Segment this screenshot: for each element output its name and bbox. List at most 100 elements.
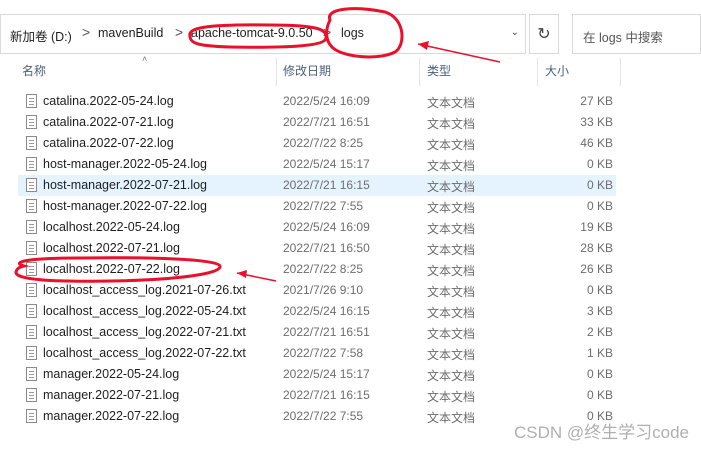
file-row[interactable]: manager.2022-05-24.log 2022/5/24 15:17 文本文… — [18, 364, 616, 385]
file-type: 文本文档 — [427, 201, 476, 215]
file-size: 0 KB — [586, 283, 613, 297]
file-name: catalina.2022-07-22.log — [43, 136, 174, 150]
file-type: 文本文档 — [427, 306, 476, 320]
file-row[interactable]: host-manager.2022-07-21.log 2022/7/21 16:… — [18, 175, 616, 196]
file-size: 0 KB — [586, 388, 613, 402]
column-divider[interactable] — [419, 58, 420, 86]
file-size: 33 KB — [580, 115, 613, 129]
file-row[interactable]: localhost.2022-07-22.log 2022/7/22 8:25 文本… — [18, 259, 616, 280]
file-row[interactable]: localhost_access_log.2022-07-22.txt 2022/… — [18, 343, 616, 364]
file-date: 2022/7/22 7:55 — [283, 199, 364, 213]
file-date: 2022/7/22 7:58 — [283, 346, 364, 360]
file-name: host-manager.2022-05-24.log — [43, 157, 208, 171]
file-date: 2022/7/22 8:25 — [283, 136, 364, 150]
file-type: 文本文档 — [427, 243, 476, 257]
file-row[interactable]: localhost_access_log.2021-07-26.txt 2021/… — [18, 280, 616, 301]
breadcrumb-mavenbuild[interactable]: mavenBuild — [98, 26, 163, 40]
file-row[interactable]: catalina.2022-07-21.log 2022/7/21 16:51 文本… — [18, 112, 616, 133]
text-file-icon — [26, 304, 37, 318]
file-size: 26 KB — [580, 262, 613, 276]
refresh-icon: ↻ — [537, 26, 551, 43]
text-file-icon — [26, 346, 37, 360]
file-type: 文本文档 — [427, 411, 476, 425]
file-size: 0 KB — [586, 199, 613, 213]
file-type: 文本文档 — [427, 369, 476, 383]
file-row[interactable]: localhost_access_log.2022-07-21.txt 2022/… — [18, 322, 616, 343]
file-row[interactable]: manager.2022-07-21.log 2022/7/21 16:15 文本文… — [18, 385, 616, 406]
breadcrumb-separator[interactable]: > — [323, 24, 331, 40]
file-date: 2021/7/26 9:10 — [283, 283, 364, 297]
file-date: 2022/7/21 16:50 — [283, 241, 370, 255]
text-file-icon — [26, 178, 37, 192]
address-bar[interactable]: 新加卷 (D:) > mavenBuild > apache-tomcat-9.… — [0, 14, 526, 54]
sort-up-icon: ˄ — [142, 54, 148, 64]
file-date: 2022/7/21 16:15 — [283, 388, 370, 402]
file-name: manager.2022-05-24.log — [43, 367, 180, 381]
file-type: 文本文档 — [427, 222, 476, 236]
file-name: localhost_access_log.2022-05-24.txt — [43, 304, 246, 318]
text-file-icon — [26, 388, 37, 402]
column-header-type[interactable]: 类型 — [427, 62, 451, 84]
breadcrumb-separator[interactable]: > — [82, 24, 90, 40]
file-name: host-manager.2022-07-22.log — [43, 199, 208, 213]
watermark: CSDN @终生学习code — [513, 423, 689, 442]
column-header-size[interactable]: 大小 — [545, 62, 569, 84]
file-row[interactable]: host-manager.2022-07-22.log 2022/7/22 7:5… — [18, 196, 616, 217]
text-file-icon — [26, 367, 37, 381]
text-file-icon — [26, 283, 37, 297]
file-name: catalina.2022-07-21.log — [43, 115, 174, 129]
refresh-button[interactable]: ↻ — [529, 14, 559, 54]
text-file-icon — [26, 241, 37, 255]
breadcrumb-drive[interactable]: 新加卷 (D:) — [10, 26, 72, 45]
text-file-icon — [26, 94, 37, 108]
file-size: 0 KB — [586, 367, 613, 381]
file-date: 2022/7/21 16:51 — [283, 325, 370, 339]
file-name: manager.2022-07-21.log — [43, 388, 180, 402]
breadcrumb-separator[interactable]: > — [175, 24, 183, 40]
column-header-name[interactable]: 名称 — [22, 62, 46, 84]
search-placeholder: 在 logs 中搜索 — [583, 31, 663, 45]
file-row[interactable]: localhost.2022-07-21.log 2022/7/21 16:50 文… — [18, 238, 616, 259]
file-date: 2022/7/21 16:51 — [283, 115, 370, 129]
file-type: 文本文档 — [427, 264, 476, 278]
file-type: 文本文档 — [427, 138, 476, 152]
file-size: 28 KB — [580, 241, 613, 255]
file-row[interactable]: catalina.2022-07-22.log 2022/7/22 8:25 文本文… — [18, 133, 616, 154]
file-type: 文本文档 — [427, 180, 476, 194]
file-date: 2022/5/24 16:09 — [283, 220, 370, 234]
column-divider[interactable] — [276, 58, 277, 86]
file-name: localhost_access_log.2022-07-22.txt — [43, 346, 246, 360]
file-type: 文本文档 — [427, 117, 476, 131]
file-type: 文本文档 — [427, 96, 476, 110]
file-row[interactable]: catalina.2022-05-24.log 2022/5/24 16:09 文本… — [18, 91, 616, 112]
text-file-icon — [26, 325, 37, 339]
chevron-down-icon[interactable]: ⌄ — [511, 27, 519, 38]
text-file-icon — [26, 199, 37, 213]
file-date: 2022/5/24 15:17 — [283, 157, 370, 171]
column-divider[interactable] — [620, 58, 621, 86]
text-file-icon — [26, 262, 37, 276]
file-type: 文本文档 — [427, 285, 476, 299]
file-size: 0 KB — [586, 157, 613, 171]
file-name: localhost.2022-07-22.log — [43, 262, 180, 276]
file-row[interactable]: localhost_access_log.2022-05-24.txt 2022/… — [18, 301, 616, 322]
file-size: 46 KB — [580, 136, 613, 150]
text-file-icon — [26, 115, 37, 129]
file-row[interactable]: host-manager.2022-05-24.log 2022/5/24 15:… — [18, 154, 616, 175]
breadcrumb-tomcat[interactable]: apache-tomcat-9.0.50 — [191, 26, 313, 40]
column-header-date[interactable]: 修改日期 — [283, 62, 331, 84]
file-type: 文本文档 — [427, 390, 476, 404]
breadcrumb-logs[interactable]: logs — [341, 26, 364, 40]
file-row[interactable]: localhost.2022-05-24.log 2022/5/24 16:09 文… — [18, 217, 616, 238]
text-file-icon — [26, 157, 37, 171]
file-size: 19 KB — [580, 220, 613, 234]
file-name: manager.2022-07-22.log — [43, 409, 180, 423]
file-name: localhost_access_log.2022-07-21.txt — [43, 325, 246, 339]
file-date: 2022/7/21 16:15 — [283, 178, 370, 192]
file-date: 2022/5/24 16:15 — [283, 304, 370, 318]
file-date: 2022/5/24 15:17 — [283, 367, 370, 381]
text-file-icon — [26, 409, 37, 423]
file-size: 1 KB — [586, 346, 613, 360]
column-divider[interactable] — [537, 58, 538, 86]
search-box[interactable]: 在 logs 中搜索 — [572, 14, 701, 54]
